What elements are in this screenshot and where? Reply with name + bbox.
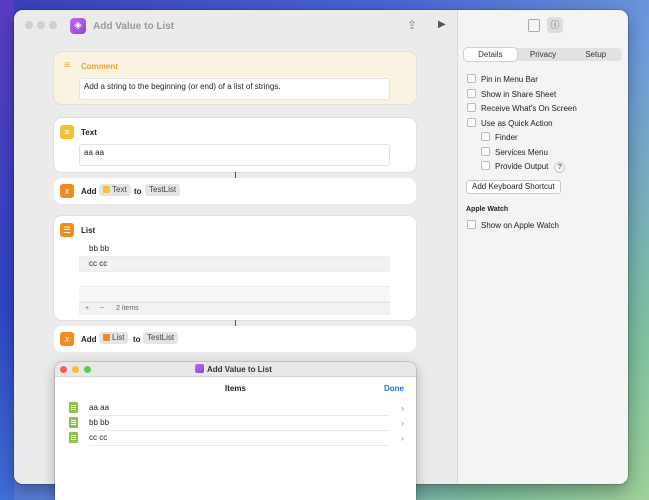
checkbox-icon — [467, 220, 476, 229]
add-verb: Add — [81, 335, 97, 344]
result-sheet: Add Value to List Items Done aa aa › bb … — [55, 362, 416, 500]
chevron-right-icon: › — [401, 433, 404, 443]
receive-on-screen-checkbox[interactable]: Receive What's On Screen — [467, 103, 577, 113]
window-title: Add Value to List — [93, 21, 175, 32]
checkbox-icon — [467, 89, 476, 98]
list-action[interactable]: ☰ List bb bb cc cc + − 2 items — [54, 216, 416, 320]
add-item-button[interactable]: + — [85, 305, 89, 312]
text-variable-pill[interactable]: Text — [99, 184, 131, 196]
target-list-pill[interactable]: TestList — [145, 184, 181, 196]
result-item-label: bb bb — [89, 418, 389, 431]
text-file-icon — [69, 417, 78, 428]
list-item-empty — [79, 287, 390, 302]
shortcuts-app-icon — [195, 364, 204, 373]
add-keyboard-shortcut-button[interactable]: Add Keyboard Shortcut — [466, 180, 561, 194]
inspector-tabs: Details Privacy Setup — [464, 48, 622, 61]
sheet-titlebar: Add Value to List — [55, 362, 416, 377]
text-icon — [103, 186, 110, 193]
share-icon[interactable]: ⇪ — [407, 18, 417, 32]
checkbox-icon — [481, 132, 490, 141]
text-action-title: Text — [81, 128, 97, 137]
result-item[interactable]: aa aa › — [69, 402, 404, 416]
result-item-label: aa aa — [89, 403, 389, 416]
list-action-title: List — [81, 226, 96, 235]
text-action[interactable]: ≡ Text aa aa — [54, 118, 416, 172]
chevron-right-icon: › — [401, 403, 404, 413]
library-icon[interactable] — [528, 19, 540, 32]
target-list-pill[interactable]: TestList — [143, 332, 179, 344]
comment-title: Comment — [81, 62, 118, 71]
result-item[interactable]: bb bb › — [69, 417, 404, 431]
finder-checkbox[interactable]: Finder — [481, 132, 518, 142]
checkbox-icon — [467, 74, 476, 83]
text-value-field[interactable]: aa aa — [79, 144, 390, 166]
tab-privacy[interactable]: Privacy — [517, 48, 570, 61]
comment-icon: ≡ — [64, 60, 70, 71]
info-icon[interactable]: ⓘ — [547, 17, 563, 33]
done-button[interactable]: Done — [384, 384, 404, 393]
add-list-action[interactable]: 𝑥 Add List to TestList — [54, 326, 416, 352]
tab-details[interactable]: Details — [464, 48, 517, 61]
comment-text-field[interactable]: Add a string to the beginning (or end) o… — [79, 78, 390, 100]
variable-icon: 𝑥 — [60, 184, 74, 198]
close-button[interactable] — [60, 366, 67, 373]
remove-item-button[interactable]: − — [100, 305, 104, 312]
pin-in-menu-bar-checkbox[interactable]: Pin in Menu Bar — [467, 74, 538, 84]
zoom-button[interactable] — [84, 366, 91, 373]
items-heading: Items — [225, 384, 246, 393]
help-icon[interactable]: ? — [554, 162, 566, 173]
list-footer: + − 2 items — [79, 302, 390, 315]
show-in-share-sheet-checkbox[interactable]: Show in Share Sheet — [467, 89, 556, 99]
tab-setup[interactable]: Setup — [569, 48, 622, 61]
variable-icon: 𝑥 — [60, 332, 74, 346]
run-icon[interactable]: ▶ — [438, 19, 446, 30]
chevron-right-icon: › — [401, 418, 404, 428]
list-icon: ☰ — [60, 223, 74, 237]
comment-action[interactable]: ≡ Comment Add a string to the beginning … — [54, 52, 416, 104]
text-file-icon — [69, 402, 78, 413]
list-icon — [103, 334, 110, 341]
result-item-label: cc cc — [89, 433, 389, 446]
to-label: to — [134, 187, 142, 196]
list-item-empty — [79, 272, 390, 287]
result-item[interactable]: cc cc › — [69, 432, 404, 446]
to-label: to — [133, 335, 141, 344]
minimize-button[interactable] — [72, 366, 79, 373]
list-items: bb bb cc cc + − 2 items — [79, 242, 390, 315]
shortcuts-app-icon: ◈ — [70, 18, 86, 34]
close-button[interactable] — [25, 21, 33, 29]
provide-output-checkbox[interactable]: Provide Output? — [481, 161, 566, 173]
checkbox-icon — [467, 118, 476, 127]
checkbox-icon — [481, 147, 490, 156]
list-item[interactable]: cc cc — [79, 257, 390, 272]
checkbox-icon — [481, 161, 490, 170]
add-verb: Add — [81, 187, 97, 196]
text-icon: ≡ — [60, 125, 74, 139]
apple-watch-heading: Apple Watch — [466, 206, 509, 213]
sheet-title: Add Value to List — [195, 364, 272, 374]
desktop-background — [0, 0, 14, 500]
zoom-button[interactable] — [49, 21, 57, 29]
list-variable-pill[interactable]: List — [99, 332, 129, 344]
checkbox-icon — [467, 103, 476, 112]
item-count: 2 items — [116, 305, 139, 312]
text-file-icon — [69, 432, 78, 443]
use-as-quick-action-checkbox[interactable]: Use as Quick Action — [467, 118, 553, 128]
titlebar: ◈ Add Value to List ⇪ ▶ — [14, 10, 457, 44]
add-text-action[interactable]: 𝑥 Add Text to TestList — [54, 178, 416, 204]
services-menu-checkbox[interactable]: Services Menu — [481, 147, 548, 157]
show-on-apple-watch-checkbox[interactable]: Show on Apple Watch — [467, 220, 559, 230]
list-item[interactable]: bb bb — [79, 242, 390, 257]
minimize-button[interactable] — [37, 21, 45, 29]
